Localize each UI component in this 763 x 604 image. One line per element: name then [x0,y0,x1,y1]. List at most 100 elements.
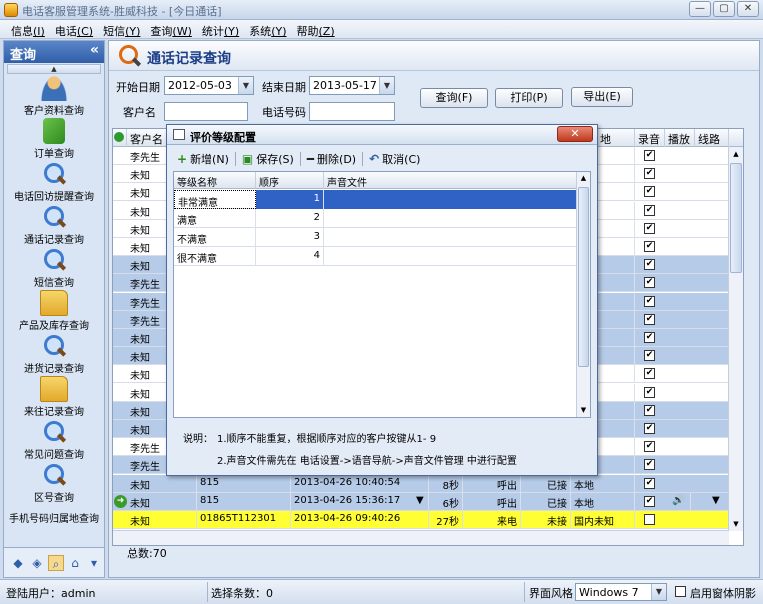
shadow-checkbox[interactable] [675,586,686,597]
dialog-close-button[interactable]: ✕ [557,126,593,142]
recording-checkbox[interactable]: ✔ [644,404,655,416]
sidebar-item-area-code[interactable]: 区号查询 [4,462,104,504]
collapse-icon[interactable]: « [90,42,99,58]
cell-sound-file[interactable] [324,209,577,228]
recording-checkbox[interactable]: ✔ [644,368,655,380]
grid-vertical-scrollbar[interactable]: ▲ ▼ [728,147,743,531]
end-date-picker[interactable]: 2013-05-17 ▼ [309,76,395,95]
chevron-down-icon[interactable]: ▼ [709,493,725,511]
chevron-down-icon[interactable]: ▼ [413,493,427,511]
rating-grid-scrollbar[interactable]: ▲ ▼ [576,172,590,417]
grid-horizontal-scrollbar[interactable] [113,530,729,545]
col-location[interactable]: 地 [597,129,635,147]
recording-checkbox[interactable]: ✔ [644,495,655,507]
menu-sms[interactable]: 短信(Y) [98,20,145,38]
recording-checkbox[interactable]: ✔ [644,241,655,252]
recording-checkbox[interactable]: ✔ [644,204,655,216]
recording-checkbox[interactable]: ✔ [644,477,655,489]
phone-number-input[interactable] [309,102,395,121]
rating-row[interactable]: 不满意 3 [174,228,577,247]
recording-checkbox[interactable] [644,514,655,525]
col-recording[interactable]: 录音 [635,129,665,147]
table-row[interactable]: 未知 01865T112301 2013-04-26 09:40:26 27秒 来电 未接… [113,511,743,529]
recording-checkbox[interactable]: ✔ [644,222,655,234]
scroll-thumb[interactable] [730,163,742,273]
print-button[interactable]: 打印(P) [495,88,563,108]
query-nav-icon[interactable]: ⌕ [48,554,64,571]
theme-select[interactable]: Windows 7 ▼ [575,583,667,601]
info-nav-icon[interactable]: ◆ [10,555,26,571]
home-nav-icon[interactable]: ⌂ [67,555,83,571]
scroll-thumb[interactable] [578,187,589,367]
col-level-name[interactable]: 等级名称 [174,172,256,189]
cell-sound-file[interactable] [324,228,577,247]
sidebar-item-contact[interactable]: 来往记录查询 [4,376,104,418]
sidebar-item-sms[interactable]: 短信查询 [4,247,104,289]
col-play[interactable]: 播放 [665,129,695,147]
scroll-down-icon[interactable]: ▼ [730,517,742,531]
scroll-down-icon[interactable]: ▼ [578,404,589,417]
customer-name-input[interactable] [164,102,248,121]
col-order[interactable]: 顺序 [256,172,324,189]
menu-query[interactable]: 查询(W) [145,20,196,38]
menu-stats[interactable]: 统计(Y) [197,20,244,38]
chevron-down-icon[interactable]: ▼ [651,584,666,600]
sidebar-item-order[interactable]: 订单查询 [4,118,104,160]
recording-checkbox[interactable]: ✔ [644,150,655,161]
cell-level-name[interactable]: 不满意 [174,228,256,247]
col-sound-file[interactable]: 声音文件 [324,172,577,189]
table-row[interactable]: 未知 815 2013-04-26 15:36:17 6秒 呼出 已接 本地 ✔ 🔊 ▼ ➜ ▼ [113,492,743,511]
recording-checkbox[interactable]: ✔ [644,277,655,289]
cancel-button[interactable]: ↶ 取消(C) [365,150,424,168]
recording-checkbox[interactable]: ✔ [644,350,655,362]
add-button[interactable]: + 新增(N) [173,150,233,168]
more-nav-icon[interactable]: ▾ [86,555,102,571]
scroll-up-icon[interactable]: ▲ [730,147,742,161]
table-row[interactable]: 未知 815 2013-04-26 10:40:54 8秒 呼出 已接 本地 ✔ [113,474,743,493]
recording-checkbox[interactable]: ✔ [644,332,655,343]
recording-checkbox[interactable]: ✔ [644,441,655,453]
maximize-button[interactable]: ▢ [713,1,735,17]
rating-row[interactable]: 很不满意 4 [174,247,577,266]
rating-row[interactable]: 满意 2 [174,209,577,228]
menu-info[interactable]: 信息(I) [6,20,50,38]
cell-sound-file[interactable] [324,247,577,266]
cell-order[interactable]: 3 [256,228,324,247]
recording-checkbox[interactable]: ✔ [644,423,655,434]
recording-checkbox[interactable]: ✔ [644,259,655,271]
menu-help[interactable]: 帮助(Z) [292,20,340,38]
rating-row[interactable]: 非常满意 1 [174,190,577,209]
recording-checkbox[interactable]: ✔ [644,168,655,180]
menu-phone[interactable]: 电话(C) [50,20,98,38]
phone-nav-icon[interactable]: ◈ [29,555,45,571]
sidebar-scroll-up[interactable]: ▲ [7,64,101,74]
sidebar-item-product[interactable]: 产品及库存查询 [4,290,104,332]
speaker-icon[interactable]: 🔊 [669,492,691,511]
cell-order[interactable]: 2 [256,209,324,228]
cell-order[interactable]: 4 [256,247,324,266]
query-button[interactable]: 查询(F) [420,88,488,108]
recording-checkbox[interactable]: ✔ [644,459,655,471]
start-date-picker[interactable]: 2012-05-03 ▼ [164,76,254,95]
recording-checkbox[interactable]: ✔ [644,186,655,198]
export-button[interactable]: 导出(E) [571,87,633,107]
minimize-button[interactable]: — [689,1,711,17]
menu-system[interactable]: 系统(Y) [244,20,291,38]
sidebar-item-call-records[interactable]: 通话记录查询 [4,204,104,246]
sidebar-item-mobile-location[interactable]: 手机号码归属地查询 [4,504,104,526]
sidebar-item-purchase[interactable]: 进货记录查询 [4,333,104,375]
cell-level-name[interactable]: 很不满意 [174,247,256,266]
recording-checkbox[interactable]: ✔ [644,295,655,307]
chevron-down-icon[interactable]: ▼ [379,77,394,94]
col-line[interactable]: 线路 [695,129,729,147]
chevron-down-icon[interactable]: ▼ [238,77,253,94]
sidebar-item-callback[interactable]: 电话回访提醒查询 [4,161,104,203]
recording-checkbox[interactable]: ✔ [644,313,655,325]
delete-button[interactable]: ━ 删除(D) [303,150,360,168]
cell-order[interactable]: 1 [256,190,324,209]
save-button[interactable]: ▣ 保存(S) [238,150,298,168]
sidebar-item-customer[interactable]: 客户资料查询 [4,75,104,117]
recording-checkbox[interactable]: ✔ [644,386,655,398]
scroll-up-icon[interactable]: ▲ [578,172,589,185]
sidebar-item-faq[interactable]: 常见问题查询 [4,419,104,461]
